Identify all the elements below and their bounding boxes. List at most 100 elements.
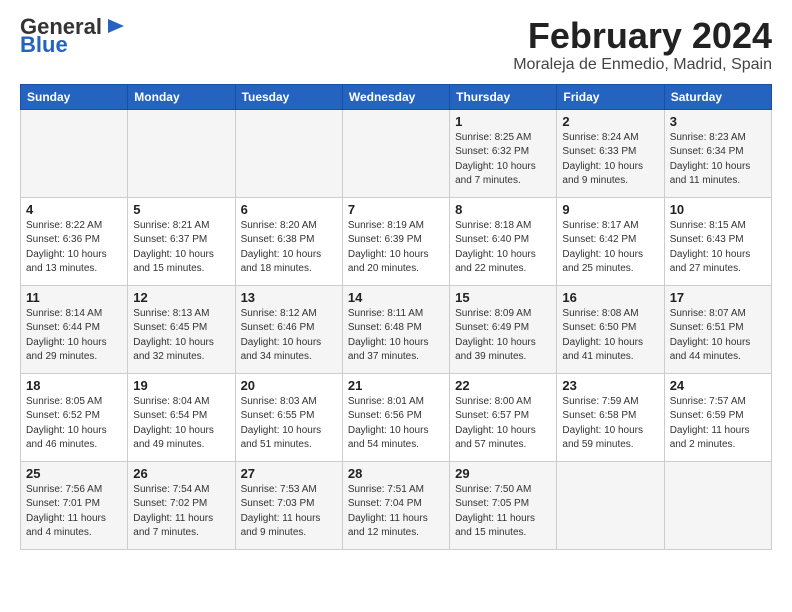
day-number: 18 bbox=[26, 378, 122, 393]
calendar-cell: 23 Sunrise: 7:59 AM Sunset: 6:58 PM Dayli… bbox=[557, 373, 664, 461]
day-number: 24 bbox=[670, 378, 766, 393]
calendar-cell: 28 Sunrise: 7:51 AM Sunset: 7:04 PM Dayli… bbox=[342, 461, 449, 549]
day-number: 26 bbox=[133, 466, 229, 481]
calendar-cell: 6 Sunrise: 8:20 AM Sunset: 6:38 PM Daylig… bbox=[235, 197, 342, 285]
day-info: Sunrise: 8:05 AM Sunset: 6:52 PM Dayligh… bbox=[26, 395, 122, 453]
calendar-cell: 21 Sunrise: 8:01 AM Sunset: 6:56 PM Dayli… bbox=[342, 373, 449, 461]
calendar-cell: 8 Sunrise: 8:18 AM Sunset: 6:40 PM Daylig… bbox=[450, 197, 557, 285]
day-info: Sunrise: 8:09 AM Sunset: 6:49 PM Dayligh… bbox=[455, 307, 551, 365]
calendar-cell: 3 Sunrise: 8:23 AM Sunset: 6:34 PM Daylig… bbox=[664, 109, 771, 197]
calendar-cell bbox=[128, 109, 235, 197]
calendar-cell: 15 Sunrise: 8:09 AM Sunset: 6:49 PM Dayli… bbox=[450, 285, 557, 373]
day-info: Sunrise: 7:53 AM Sunset: 7:03 PM Dayligh… bbox=[241, 483, 337, 541]
day-info: Sunrise: 8:19 AM Sunset: 6:39 PM Dayligh… bbox=[348, 219, 444, 277]
logo: General Blue bbox=[20, 16, 126, 56]
calendar-cell: 18 Sunrise: 8:05 AM Sunset: 6:52 PM Dayli… bbox=[21, 373, 128, 461]
calendar-cell: 24Sunrise: 7:57 AM Sunset: 6:59 PM Dayli… bbox=[664, 373, 771, 461]
day-number: 11 bbox=[26, 290, 122, 305]
day-info: Sunrise: 8:22 AM Sunset: 6:36 PM Dayligh… bbox=[26, 219, 122, 277]
header-friday: Friday bbox=[557, 84, 664, 109]
calendar-row-3: 18 Sunrise: 8:05 AM Sunset: 6:52 PM Dayli… bbox=[21, 373, 772, 461]
calendar-cell: 10Sunrise: 8:15 AM Sunset: 6:43 PM Dayli… bbox=[664, 197, 771, 285]
day-info: Sunrise: 8:11 AM Sunset: 6:48 PM Dayligh… bbox=[348, 307, 444, 365]
day-number: 1 bbox=[455, 114, 551, 129]
calendar-cell: 14 Sunrise: 8:11 AM Sunset: 6:48 PM Dayli… bbox=[342, 285, 449, 373]
header-wednesday: Wednesday bbox=[342, 84, 449, 109]
day-number: 8 bbox=[455, 202, 551, 217]
day-number: 3 bbox=[670, 114, 766, 129]
day-info: Sunrise: 8:24 AM Sunset: 6:33 PM Dayligh… bbox=[562, 131, 658, 189]
day-info: Sunrise: 7:59 AM Sunset: 6:58 PM Dayligh… bbox=[562, 395, 658, 453]
day-number: 13 bbox=[241, 290, 337, 305]
day-number: 12 bbox=[133, 290, 229, 305]
calendar-cell: 12 Sunrise: 8:13 AM Sunset: 6:45 PM Dayli… bbox=[128, 285, 235, 373]
day-info: Sunrise: 8:13 AM Sunset: 6:45 PM Dayligh… bbox=[133, 307, 229, 365]
calendar-cell bbox=[342, 109, 449, 197]
day-info: Sunrise: 8:08 AM Sunset: 6:50 PM Dayligh… bbox=[562, 307, 658, 365]
day-info: Sunrise: 8:21 AM Sunset: 6:37 PM Dayligh… bbox=[133, 219, 229, 277]
header-thursday: Thursday bbox=[450, 84, 557, 109]
calendar-cell: 1 Sunrise: 8:25 AM Sunset: 6:32 PM Daylig… bbox=[450, 109, 557, 197]
day-info: Sunrise: 8:15 AM Sunset: 6:43 PM Dayligh… bbox=[670, 219, 766, 277]
calendar-cell: 5 Sunrise: 8:21 AM Sunset: 6:37 PM Daylig… bbox=[128, 197, 235, 285]
calendar-row-4: 25 Sunrise: 7:56 AM Sunset: 7:01 PM Dayli… bbox=[21, 461, 772, 549]
day-info: Sunrise: 8:07 AM Sunset: 6:51 PM Dayligh… bbox=[670, 307, 766, 365]
calendar-cell: 11Sunrise: 8:14 AM Sunset: 6:44 PM Dayli… bbox=[21, 285, 128, 373]
calendar-cell: 4Sunrise: 8:22 AM Sunset: 6:36 PM Daylig… bbox=[21, 197, 128, 285]
day-info: Sunrise: 7:54 AM Sunset: 7:02 PM Dayligh… bbox=[133, 483, 229, 541]
day-number: 15 bbox=[455, 290, 551, 305]
day-number: 21 bbox=[348, 378, 444, 393]
calendar-cell: 13 Sunrise: 8:12 AM Sunset: 6:46 PM Dayli… bbox=[235, 285, 342, 373]
calendar-cell: 17 Sunrise: 8:07 AM Sunset: 6:51 PM Dayli… bbox=[664, 285, 771, 373]
header-sunday: Sunday bbox=[21, 84, 128, 109]
day-number: 2 bbox=[562, 114, 658, 129]
calendar-cell: 19 Sunrise: 8:04 AM Sunset: 6:54 PM Dayli… bbox=[128, 373, 235, 461]
day-info: Sunrise: 8:12 AM Sunset: 6:46 PM Dayligh… bbox=[241, 307, 337, 365]
calendar-cell bbox=[664, 461, 771, 549]
calendar-cell: 16 Sunrise: 8:08 AM Sunset: 6:50 PM Dayli… bbox=[557, 285, 664, 373]
logo-icon bbox=[104, 15, 126, 37]
day-number: 14 bbox=[348, 290, 444, 305]
day-info: Sunrise: 8:04 AM Sunset: 6:54 PM Dayligh… bbox=[133, 395, 229, 453]
day-info: Sunrise: 8:18 AM Sunset: 6:40 PM Dayligh… bbox=[455, 219, 551, 277]
day-number: 16 bbox=[562, 290, 658, 305]
day-number: 19 bbox=[133, 378, 229, 393]
day-number: 5 bbox=[133, 202, 229, 217]
day-info: Sunrise: 8:20 AM Sunset: 6:38 PM Dayligh… bbox=[241, 219, 337, 277]
day-number: 25 bbox=[26, 466, 122, 481]
calendar-cell: 2 Sunrise: 8:24 AM Sunset: 6:33 PM Daylig… bbox=[557, 109, 664, 197]
day-info: Sunrise: 7:51 AM Sunset: 7:04 PM Dayligh… bbox=[348, 483, 444, 541]
location-title: Moraleja de Enmedio, Madrid, Spain bbox=[513, 56, 772, 74]
day-info: Sunrise: 7:56 AM Sunset: 7:01 PM Dayligh… bbox=[26, 483, 122, 541]
calendar-cell: 25 Sunrise: 7:56 AM Sunset: 7:01 PM Dayli… bbox=[21, 461, 128, 549]
day-info: Sunrise: 7:50 AM Sunset: 7:05 PM Dayligh… bbox=[455, 483, 551, 541]
day-info: Sunrise: 8:01 AM Sunset: 6:56 PM Dayligh… bbox=[348, 395, 444, 453]
day-info: Sunrise: 8:25 AM Sunset: 6:32 PM Dayligh… bbox=[455, 131, 551, 189]
calendar-cell bbox=[235, 109, 342, 197]
calendar-row-0: 1 Sunrise: 8:25 AM Sunset: 6:32 PM Daylig… bbox=[21, 109, 772, 197]
day-info: Sunrise: 8:17 AM Sunset: 6:42 PM Dayligh… bbox=[562, 219, 658, 277]
day-number: 20 bbox=[241, 378, 337, 393]
calendar-cell: 7 Sunrise: 8:19 AM Sunset: 6:39 PM Daylig… bbox=[342, 197, 449, 285]
day-number: 28 bbox=[348, 466, 444, 481]
calendar-cell: 20Sunrise: 8:03 AM Sunset: 6:55 PM Dayli… bbox=[235, 373, 342, 461]
header-monday: Monday bbox=[128, 84, 235, 109]
day-number: 7 bbox=[348, 202, 444, 217]
calendar-table: SundayMondayTuesdayWednesdayThursdayFrid… bbox=[20, 84, 772, 550]
day-number: 29 bbox=[455, 466, 551, 481]
day-number: 6 bbox=[241, 202, 337, 217]
calendar-cell: 29 Sunrise: 7:50 AM Sunset: 7:05 PM Dayli… bbox=[450, 461, 557, 549]
day-number: 17 bbox=[670, 290, 766, 305]
calendar-cell: 22Sunrise: 8:00 AM Sunset: 6:57 PM Dayli… bbox=[450, 373, 557, 461]
calendar-cell: 26 Sunrise: 7:54 AM Sunset: 7:02 PM Dayli… bbox=[128, 461, 235, 549]
day-number: 23 bbox=[562, 378, 658, 393]
logo-blue-text: Blue bbox=[20, 34, 68, 56]
title-area: February 2024 Moraleja de Enmedio, Madri… bbox=[513, 16, 772, 74]
calendar-cell bbox=[557, 461, 664, 549]
day-number: 22 bbox=[455, 378, 551, 393]
header-tuesday: Tuesday bbox=[235, 84, 342, 109]
header-saturday: Saturday bbox=[664, 84, 771, 109]
calendar-row-1: 4Sunrise: 8:22 AM Sunset: 6:36 PM Daylig… bbox=[21, 197, 772, 285]
day-info: Sunrise: 8:23 AM Sunset: 6:34 PM Dayligh… bbox=[670, 131, 766, 189]
month-title: February 2024 bbox=[513, 16, 772, 56]
